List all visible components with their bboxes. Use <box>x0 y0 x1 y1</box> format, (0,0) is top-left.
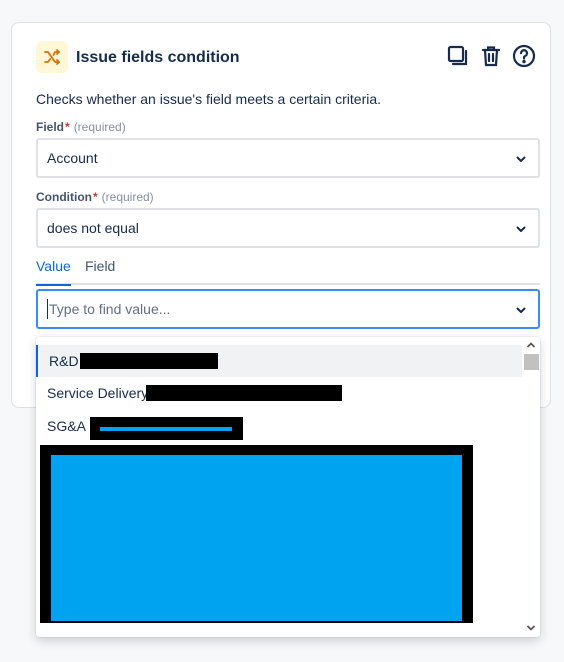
option-label: Service Delivery <box>47 385 149 401</box>
redacted-text <box>146 385 342 401</box>
tab-field[interactable]: Field <box>85 258 115 274</box>
scroll-down-icon[interactable] <box>526 623 536 633</box>
trash-icon[interactable] <box>479 44 503 68</box>
field-select[interactable]: Account <box>36 138 540 178</box>
value-search-field[interactable] <box>36 289 540 329</box>
shuffle-icon <box>36 41 68 73</box>
copy-icon[interactable] <box>446 44 470 68</box>
redacted-block <box>40 445 473 623</box>
tab-value[interactable]: Value <box>36 258 71 286</box>
dropdown-option[interactable]: R&D <box>36 345 522 377</box>
option-label: R&D <box>49 353 79 369</box>
condition-select-value: does not equal <box>47 220 139 236</box>
redacted-text <box>90 417 243 440</box>
condition-label: Condition* (required) <box>36 190 154 204</box>
condition-label-text: Condition <box>36 190 92 204</box>
help-icon[interactable] <box>512 44 536 68</box>
field-label: Field* (required) <box>36 120 126 134</box>
dropdown-scrollbar[interactable] <box>522 337 540 637</box>
value-dropdown: R&D Service Delivery SG&A <box>36 337 540 637</box>
scroll-up-icon[interactable] <box>526 340 536 350</box>
dropdown-option[interactable]: SG&A <box>36 410 522 442</box>
condition-select[interactable]: does not equal <box>36 208 540 248</box>
field-select-value: Account <box>47 150 98 166</box>
card-actions <box>446 44 536 68</box>
value-field-tabs: Value Field <box>36 257 540 286</box>
chevron-down-icon <box>516 156 526 162</box>
required-hint: (required) <box>101 190 154 204</box>
dropdown-option[interactable]: Service Delivery <box>36 377 522 409</box>
field-label-text: Field <box>36 120 65 134</box>
chevron-down-icon[interactable] <box>514 303 528 317</box>
scrollbar-thumb[interactable] <box>524 354 539 370</box>
card-description: Checks whether an issue's field meets a … <box>36 91 382 107</box>
redacted-text <box>80 353 218 369</box>
card-title: Issue fields condition <box>76 49 240 66</box>
required-marker: * <box>92 190 98 204</box>
chevron-down-icon <box>516 226 526 232</box>
value-search-input[interactable] <box>47 299 491 319</box>
required-marker: * <box>65 120 70 134</box>
option-label: SG&A <box>47 418 86 434</box>
required-hint: (required) <box>73 120 126 134</box>
